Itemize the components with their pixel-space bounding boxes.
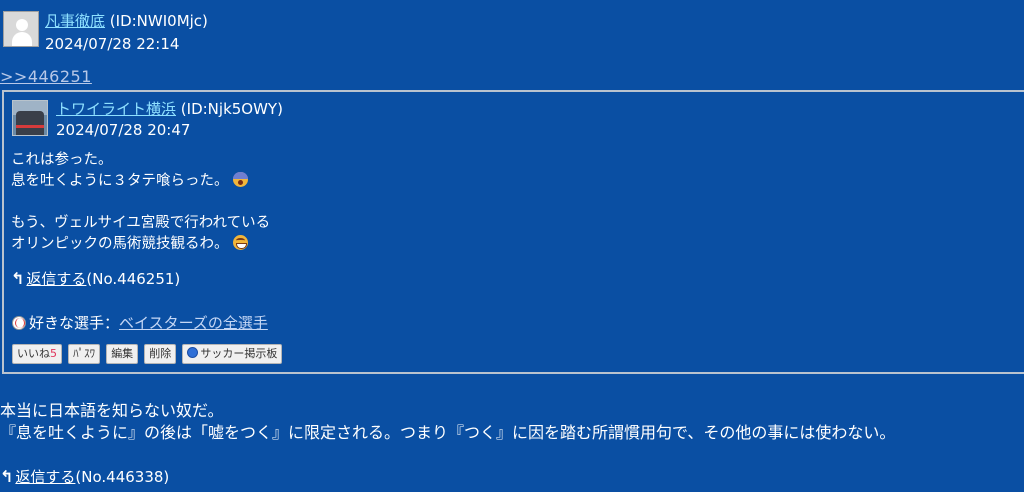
favorite-player-link[interactable]: ベイスターズの全選手 [119,314,268,332]
quoted-line [11,192,270,213]
pass-button[interactable]: ﾊﾟｽﾜ [68,344,101,364]
quoted-line: これは参った。 [11,152,113,168]
quoted-reply-link[interactable]: 返信する [26,270,86,288]
reply-arrow-icon: ↰ [11,269,25,288]
post-body: 本当に日本語を知らない奴だ。 『息を吐くように』の後は「嘘をつく』に限定される。… [0,400,895,444]
avatar[interactable] [3,11,39,47]
baseball-icon [12,316,26,330]
quoted-body: これは参った。 息を吐くように３タテ喰らった。 もう、ヴェルサイユ宮殿で行われて… [11,150,270,255]
scream-emoji-icon [232,172,248,187]
user-name-link[interactable]: 凡事徹底 [45,12,105,30]
favorite-label: 好きな選手： [29,314,120,332]
soccer-ball-icon [187,347,199,358]
quoted-author: トワイライト横浜 (ID:Njk5OWY) [56,98,283,119]
post-reply-number: (No.446338) [75,468,170,486]
avatar-body [12,32,32,46]
quoted-post: トワイライト横浜 (ID:Njk5OWY) 2024/07/28 20:47 こ… [2,90,1024,374]
delete-button[interactable]: 削除 [144,344,177,364]
quoted-date: 2024/07/28 20:47 [56,121,191,139]
post-reply-link[interactable]: 返信する [15,468,75,486]
post-line: 『息を吐くように』の後は「嘘をつく』に限定される。つまり『つく』に因を踏む所謂慣… [0,423,896,442]
avatar-head [16,19,28,31]
user-id: (ID:NWI0Mjc) [109,12,208,30]
post-date: 2024/07/28 22:14 [45,35,180,53]
quoted-line: オリンピックの馬術競技観るわ。 [11,234,270,255]
quote-anchor-link[interactable]: >>446251 [0,67,92,86]
like-button[interactable]: いいね5 [12,344,62,364]
quoted-line: 息を吐くように３タテ喰らった。 [11,171,270,192]
post-line: 本当に日本語を知らない奴だ。 [0,401,224,420]
action-buttons: いいね5 ﾊﾟｽﾜ 編集 削除 サッカー掲示板 [12,344,283,364]
favorite-player-row: 好きな選手：ベイスターズの全選手 [12,312,268,333]
quoted-reply-number: (No.446251) [86,270,181,288]
reply-arrow-icon: ↰ [0,467,14,486]
post-reply-row: ↰ 返信する(No.446338) [0,466,169,487]
quoted-avatar[interactable] [12,100,48,136]
quoted-reply-row: ↰ 返信する(No.446251) [11,268,180,289]
edit-button[interactable]: 編集 [106,344,139,364]
post-author: 凡事徹底 (ID:NWI0Mjc) [45,10,208,31]
quoted-user-id: (ID:Njk5OWY) [180,100,283,118]
soccer-board-button[interactable]: サッカー掲示板 [182,344,283,364]
quoted-line: もう、ヴェルサイユ宮殿で行われている [11,215,271,231]
like-count: 5 [50,347,57,360]
quoted-user-name-link[interactable]: トワイライト横浜 [56,100,176,118]
grin-emoji-icon [232,235,248,250]
